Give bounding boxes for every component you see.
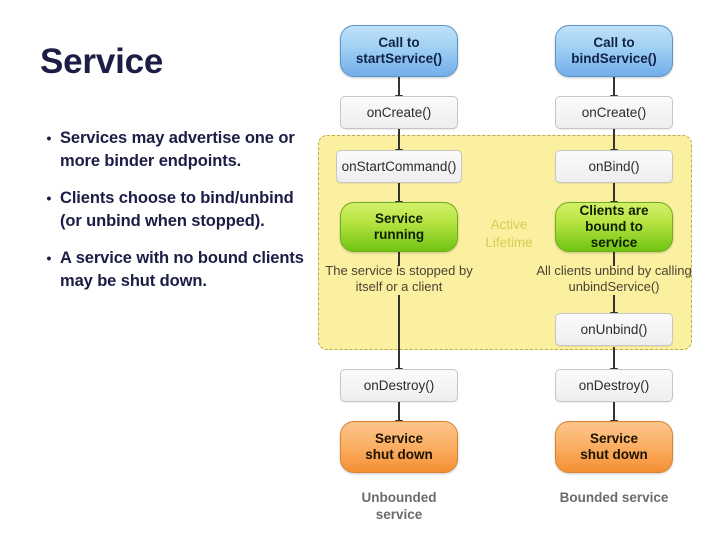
caption-line2: unbindService()	[568, 279, 660, 294]
active-lifetime-label-line2: Lifetime	[485, 235, 533, 250]
node-call-to-startservice[interactable]: Call to startService()	[340, 25, 458, 77]
bullet-marker-icon: •	[46, 130, 52, 146]
page-title: Service	[40, 42, 164, 81]
active-lifetime-label-line1: Active	[490, 217, 528, 232]
label-unbounded-service: Unbounded service	[340, 489, 458, 523]
arrow-ondestroy-to-shutdown	[610, 402, 618, 427]
bullet-marker-icon: •	[46, 190, 52, 206]
bullet-list: • Services may advertise one or more bin…	[38, 127, 313, 307]
node-service-shut-down-bounded[interactable]: Service shut down	[555, 421, 673, 473]
node-line1: Call to	[378, 35, 420, 50]
node-line2: running	[373, 227, 425, 242]
node-onbind[interactable]: onBind()	[555, 150, 673, 183]
active-lifetime-label: Active Lifetime	[466, 216, 552, 252]
caption-service-stopped: The service is stopped by itself or a cl…	[318, 263, 480, 295]
service-lifecycle-diagram: Active Lifetime Call to startService() o…	[318, 0, 720, 540]
arrow-onunbind-to-ondestroy	[610, 347, 618, 375]
node-line2: shut down	[365, 447, 433, 462]
node-service-shut-down-unbounded[interactable]: Service shut down	[340, 421, 458, 473]
label-line2: service	[621, 490, 669, 505]
node-call-to-bindservice[interactable]: Call to bindService()	[555, 25, 673, 77]
arrow-onbind-to-bound	[610, 183, 618, 208]
arrow-caption-to-onunbind	[610, 295, 618, 319]
node-line2: bound to	[585, 219, 643, 234]
arrow-start-to-oncreate	[395, 77, 403, 102]
arrow-onstartcommand-to-running	[395, 183, 403, 208]
bullet-marker-icon: •	[46, 250, 52, 266]
node-onunbind[interactable]: onUnbind()	[555, 313, 673, 346]
node-ondestroy-unbounded[interactable]: onDestroy()	[340, 369, 458, 402]
node-line1: Service	[374, 431, 424, 446]
node-line2: shut down	[580, 447, 648, 462]
list-item: • Services may advertise one or more bin…	[38, 127, 313, 173]
arrow-oncreate-to-onbind	[610, 129, 618, 156]
arrow-ondestroy-to-shutdown	[395, 402, 403, 427]
label-bounded-service: Bounded service	[555, 489, 673, 506]
node-line3: service	[590, 235, 638, 250]
node-line2: startService()	[355, 51, 443, 66]
node-line2: bindService()	[571, 51, 657, 66]
label-line1: Bounded	[559, 490, 619, 505]
node-line1: Service	[374, 211, 424, 226]
list-item: • A service with no bound clients may be…	[38, 247, 313, 293]
caption-line1: The service is stopped	[325, 263, 456, 278]
node-oncreate-unbounded[interactable]: onCreate()	[340, 96, 458, 129]
list-item: • Clients choose to bind/unbind (or unbi…	[38, 187, 313, 233]
node-onstartcommand[interactable]: onStartCommand()	[336, 150, 462, 183]
arrow-caption-to-ondestroy	[395, 295, 403, 375]
arrow-oncreate-to-onstartcommand	[395, 129, 403, 156]
node-ondestroy-bounded[interactable]: onDestroy()	[555, 369, 673, 402]
label-line1: Unbounded	[361, 490, 437, 505]
node-service-running[interactable]: Service running	[340, 202, 458, 252]
arrow-bind-to-oncreate	[610, 77, 618, 102]
caption-line1: All clients unbind by calling	[536, 263, 692, 278]
bullet-text: Services may advertise one or more binde…	[60, 129, 295, 170]
node-line1: Service	[589, 431, 639, 446]
node-clients-bound-to-service[interactable]: Clients are bound to service	[555, 202, 673, 252]
caption-clients-unbind: All clients unbind by calling unbindServ…	[521, 263, 707, 295]
slide-root: Service • Services may advertise one or …	[0, 0, 720, 540]
label-line2: service	[375, 507, 423, 522]
bullet-text: Clients choose to bind/unbind (or unbind…	[60, 189, 294, 230]
node-line1: Call to	[593, 35, 635, 50]
bullet-text: A service with no bound clients may be s…	[60, 249, 304, 290]
node-oncreate-bounded[interactable]: onCreate()	[555, 96, 673, 129]
node-line1: Clients are	[579, 203, 649, 218]
